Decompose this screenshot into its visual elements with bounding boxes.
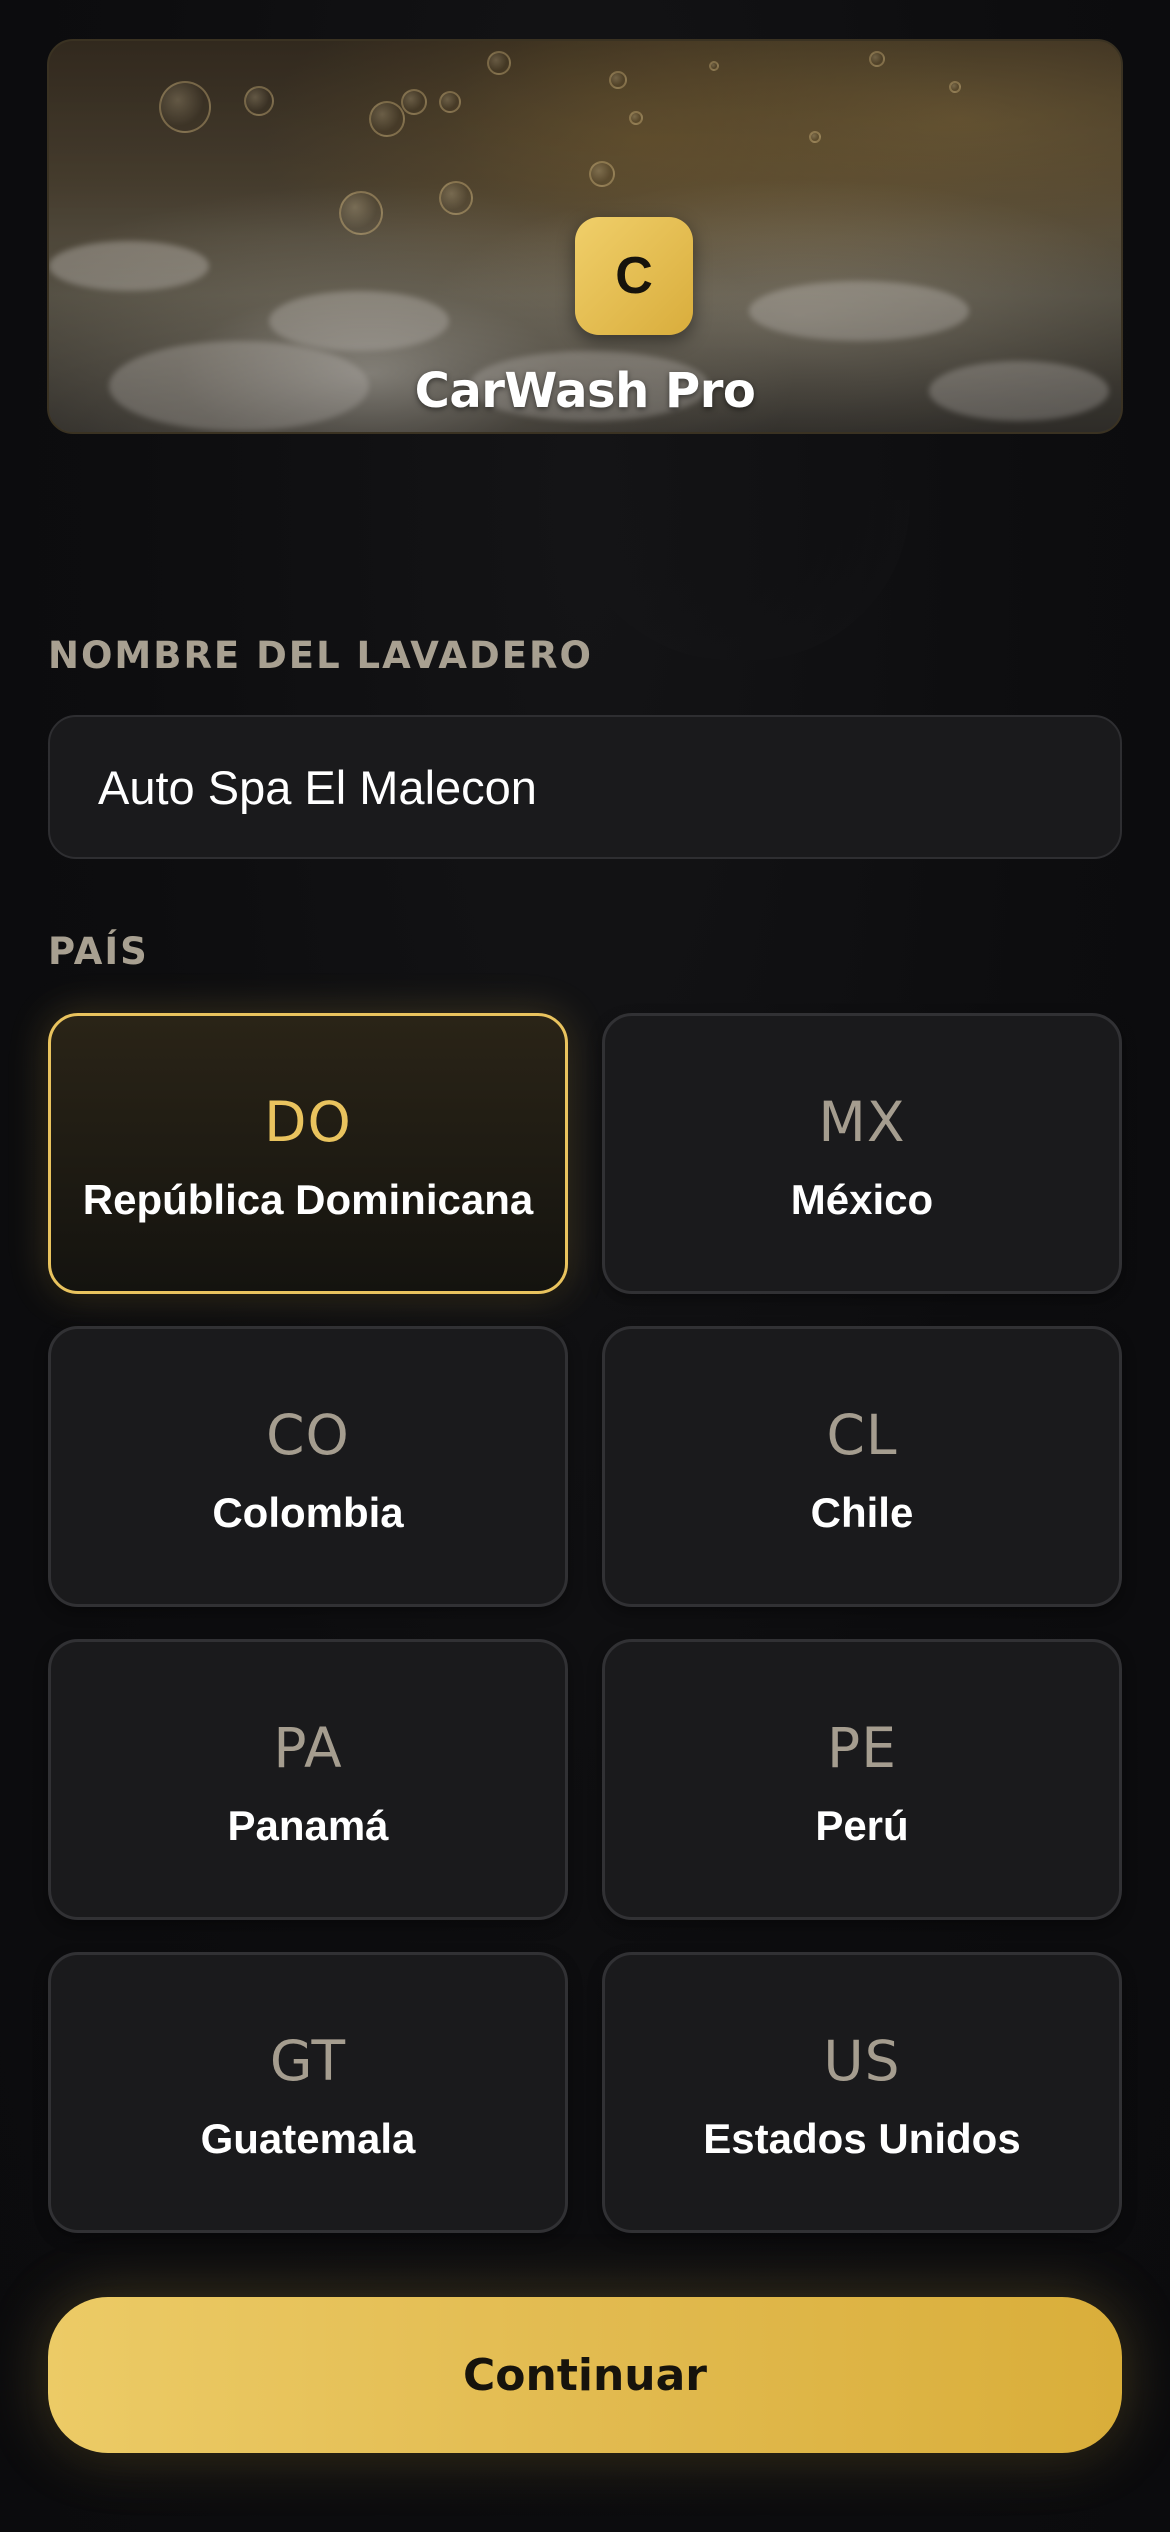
country-option-pa[interactable]: PA Panamá: [48, 1639, 568, 1920]
country-label: PAÍS: [48, 930, 149, 973]
country-name: Colombia: [212, 1488, 404, 1536]
country-name: Guatemala: [200, 2114, 416, 2162]
country-option-do[interactable]: DO República Dominicana: [48, 1013, 568, 1294]
country-code: PA: [273, 1715, 343, 1780]
country-name: Estados Unidos: [703, 2114, 1021, 2162]
country-option-mx[interactable]: MX México: [602, 1013, 1122, 1294]
country-name: Panamá: [227, 1801, 389, 1849]
country-code: PE: [827, 1715, 897, 1780]
country-name: Chile: [810, 1488, 914, 1536]
app-logo-letter: C: [615, 247, 653, 305]
country-code: GT: [269, 2028, 347, 2093]
country-code: CO: [266, 1402, 350, 1467]
country-code: MX: [818, 1089, 906, 1154]
country-name: República Dominicana: [82, 1175, 534, 1223]
country-name: México: [790, 1175, 934, 1223]
country-option-gt[interactable]: GT Guatemala: [48, 1952, 568, 2233]
onboarding-screen: C CarWash Pro NOMBRE DEL LAVADERO PAÍS D…: [0, 0, 1170, 2532]
car-wash-name-input[interactable]: [48, 715, 1122, 859]
hero-banner: C CarWash Pro: [47, 39, 1123, 434]
country-name: Perú: [815, 1801, 909, 1849]
country-code: US: [823, 2028, 901, 2093]
country-option-pe[interactable]: PE Perú: [602, 1639, 1122, 1920]
continue-button[interactable]: Continuar: [48, 2297, 1122, 2453]
app-logo-badge: C: [575, 217, 693, 335]
country-code: DO: [264, 1089, 352, 1154]
background-decoration: [570, 500, 910, 660]
country-option-us[interactable]: US Estados Unidos: [602, 1952, 1122, 2233]
country-option-cl[interactable]: CL Chile: [602, 1326, 1122, 1607]
country-grid: DO República Dominicana MX México CO Col…: [48, 1013, 1122, 2233]
country-option-co[interactable]: CO Colombia: [48, 1326, 568, 1607]
app-title: CarWash Pro: [414, 363, 756, 419]
car-wash-name-label: NOMBRE DEL LAVADERO: [48, 634, 593, 677]
country-code: CL: [826, 1402, 898, 1467]
